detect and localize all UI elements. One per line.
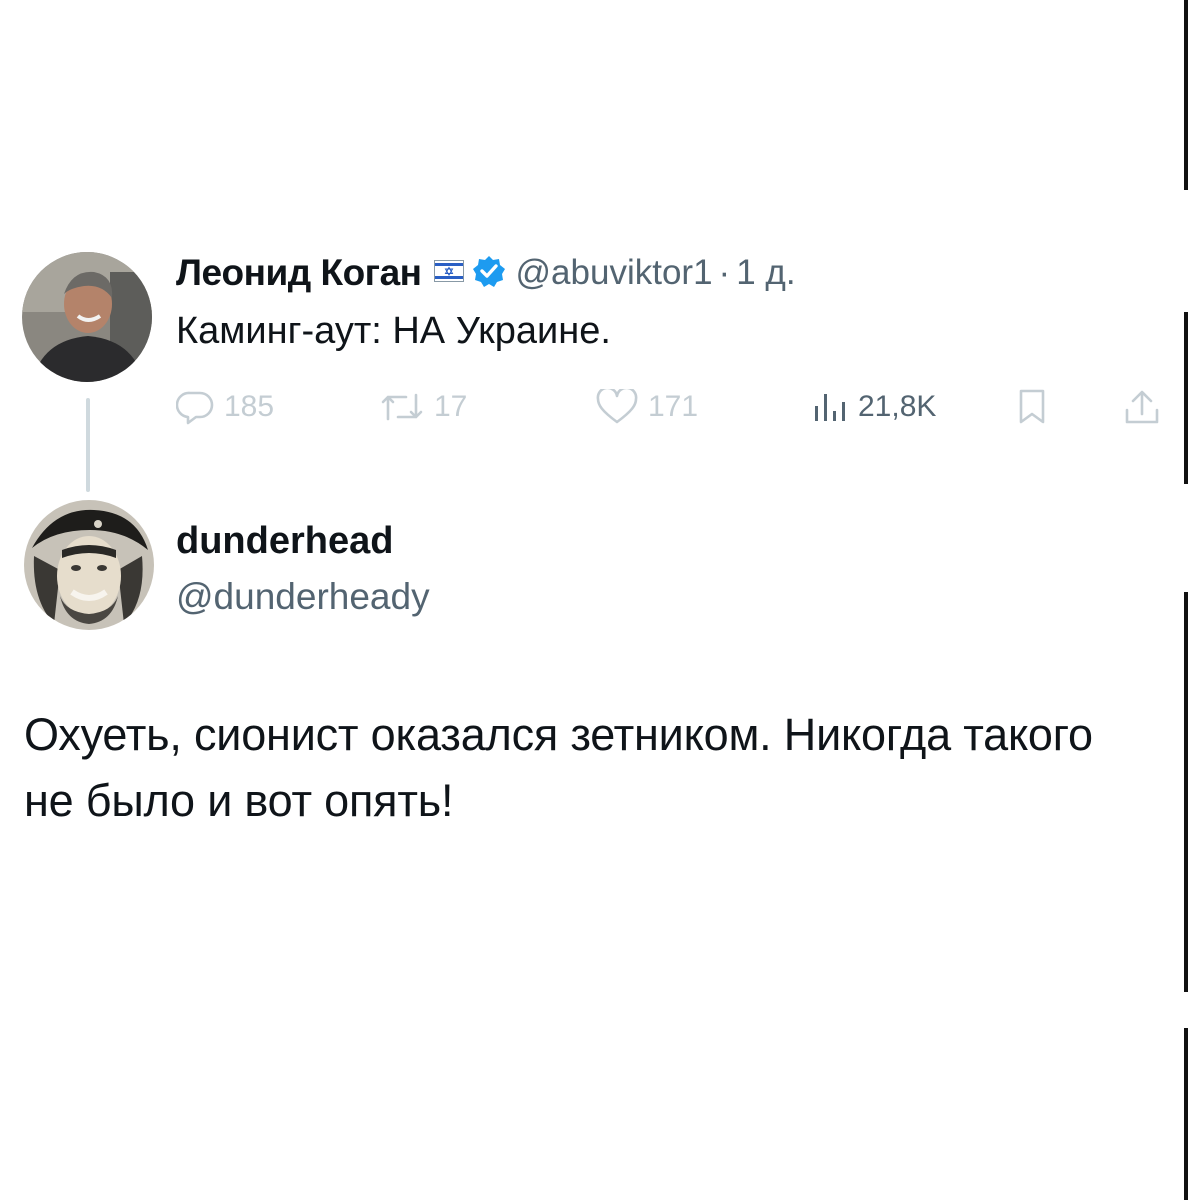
edge-artifact-lower	[1184, 592, 1188, 992]
parent-tweet-timestamp[interactable]: 1 д.	[736, 253, 795, 293]
thread-connector-line	[86, 398, 90, 492]
parent-tweet-text: Каминг-аут: НА Украине.	[176, 310, 611, 352]
israel-flag-icon	[433, 259, 464, 287]
avatar-reply-author[interactable]	[24, 500, 154, 630]
reply-author-name[interactable]: dunderhead	[176, 516, 393, 566]
edge-artifact-bottom	[1184, 1028, 1188, 1200]
views-chart-icon	[815, 394, 845, 421]
retweet-count: 17	[434, 390, 468, 423]
verified-badge-icon	[472, 254, 506, 293]
bookmark-button[interactable]	[1016, 384, 1048, 430]
retweet-icon	[381, 393, 423, 421]
parent-author-name[interactable]: Леонид Коган	[176, 252, 422, 294]
retweet-button[interactable]: 17	[380, 384, 467, 430]
share-icon	[1125, 390, 1159, 424]
reply-icon	[176, 391, 214, 425]
reply-button[interactable]: 185	[176, 384, 274, 430]
reply-author-handle[interactable]: @dunderheady	[176, 572, 430, 622]
share-button[interactable]	[1122, 384, 1162, 430]
views-count: 21,8K	[858, 390, 937, 423]
reply-tweet-text: Охуеть, сионист оказался зетником. Никог…	[24, 709, 1093, 826]
reply-count: 185	[224, 390, 275, 423]
parent-tweet-header: Леонид Коган @abuviktor1 · 1 д.	[176, 248, 796, 298]
heart-icon	[596, 389, 638, 424]
edge-artifact-top	[1184, 0, 1188, 190]
profile-photo-icon	[24, 500, 154, 630]
like-button[interactable]: 171	[596, 384, 698, 430]
profile-photo-icon	[22, 252, 152, 382]
header-separator: ·	[718, 253, 731, 292]
avatar-parent-author[interactable]	[22, 252, 152, 382]
bookmark-icon	[1019, 389, 1045, 424]
edge-artifact-middle	[1184, 312, 1188, 484]
views-button[interactable]: 21,8K	[812, 384, 936, 430]
parent-author-handle[interactable]: @abuviktor1	[516, 253, 713, 293]
like-count: 171	[648, 390, 699, 423]
